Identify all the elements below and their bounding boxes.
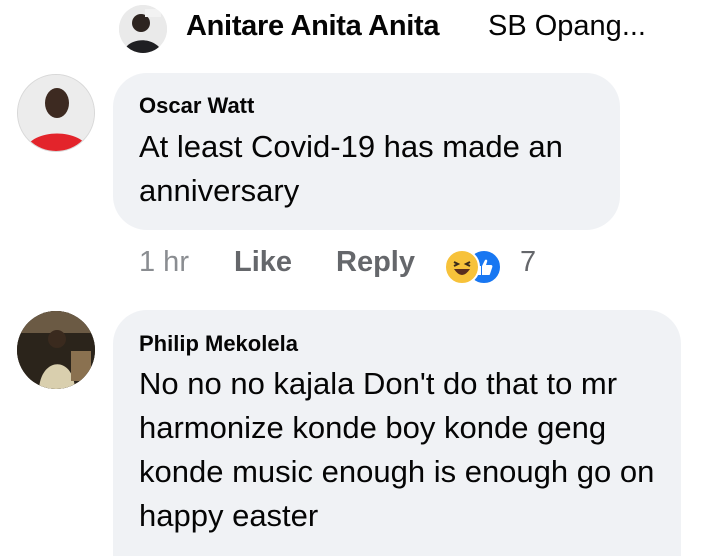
comment-author[interactable]: Oscar Watt xyxy=(139,93,254,119)
user-avatar-icon xyxy=(18,75,94,151)
reply-snippet[interactable]: SB Opang... xyxy=(488,10,646,43)
reply-button[interactable]: Reply xyxy=(336,246,415,279)
comment-author[interactable]: Philip Mekolela xyxy=(139,331,298,357)
comment-bubble: Philip Mekolela No no no kajala Don't do… xyxy=(113,310,681,556)
like-button[interactable]: Like xyxy=(234,246,292,279)
comment-timestamp[interactable]: 1 hr xyxy=(139,246,189,279)
comment-text: At least Covid-19 has made an anniversar… xyxy=(139,129,563,208)
avatar[interactable] xyxy=(17,74,95,152)
comment-text: No no no kajala Don't do that to mr harm… xyxy=(139,366,655,533)
comment-bubble: Oscar Watt At least Covid-19 has made an… xyxy=(113,73,620,230)
reaction-summary[interactable] xyxy=(444,249,510,285)
user-avatar-icon xyxy=(17,311,95,389)
avatar[interactable] xyxy=(17,311,95,389)
user-avatar-icon xyxy=(119,5,167,53)
avatar[interactable] xyxy=(119,5,167,53)
reply-author-name[interactable]: Anitare Anita Anita xyxy=(186,10,439,43)
reaction-count[interactable]: 7 xyxy=(520,246,536,279)
top-reply-row[interactable]: Anitare Anita Anita SB Opang... xyxy=(0,0,720,62)
haha-icon xyxy=(444,249,480,285)
